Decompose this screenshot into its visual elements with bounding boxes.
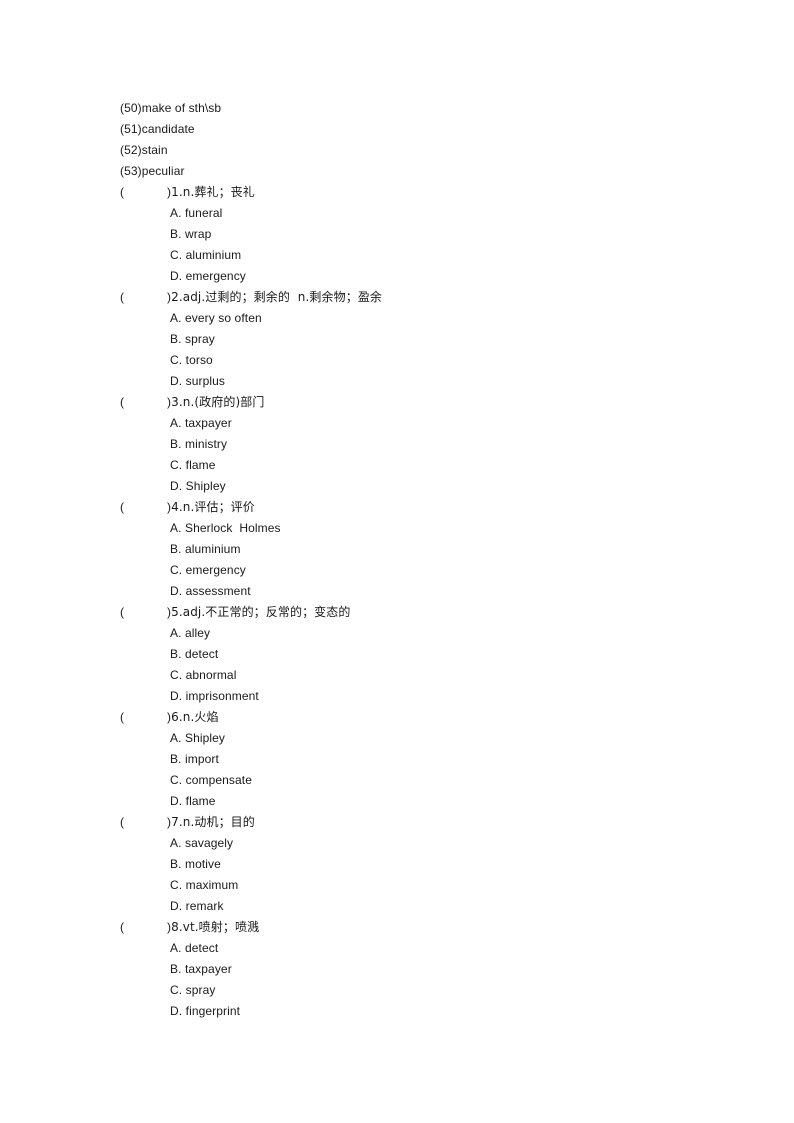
vocab-term: candidate [141, 122, 195, 136]
question-option[interactable]: C. aluminium [120, 245, 720, 266]
question-option[interactable]: A. Sherlock Holmes [120, 518, 720, 539]
question-option[interactable]: B. ministry [120, 434, 720, 455]
question-option[interactable]: A. detect [120, 938, 720, 959]
question-option[interactable]: D. remark [120, 896, 720, 917]
question-option[interactable]: B. taxpayer [120, 959, 720, 980]
question-prompt: ()6.n.火焰 [120, 707, 720, 728]
vocab-number: (53) [120, 164, 142, 178]
question-option[interactable]: D. imprisonment [120, 686, 720, 707]
question-option[interactable]: D. assessment [120, 581, 720, 602]
question-prompt: ()2.adj.过剩的；剩余的 n.剩余物；盈余 [120, 287, 720, 308]
vocab-term: peculiar [141, 164, 185, 178]
answer-blank[interactable]: ( [120, 707, 167, 728]
question-option[interactable]: B. motive [120, 854, 720, 875]
question-option[interactable]: D. flame [120, 791, 720, 812]
question-prompt: ()7.n.动机；目的 [120, 812, 720, 833]
question-prompt: ()5.adj.不正常的；反常的；变态的 [120, 602, 720, 623]
question-option[interactable]: D. surplus [120, 371, 720, 392]
vocab-item: (51)candidate [120, 119, 720, 140]
vocab-number: (50) [120, 101, 142, 115]
vocab-item: (53)peculiar [120, 161, 720, 182]
answer-blank[interactable]: ( [120, 392, 167, 413]
vocab-number: (51) [120, 122, 142, 136]
question-option[interactable]: C. flame [120, 455, 720, 476]
question-option[interactable]: C. spray [120, 980, 720, 1001]
question-text: 4.n.评估；评价 [171, 500, 255, 514]
answer-blank[interactable]: ( [120, 812, 167, 833]
question-option[interactable]: A. every so often [120, 308, 720, 329]
document-page: (50)make of sth\sb (51)candidate (52)sta… [0, 0, 794, 1123]
question-option[interactable]: D. Shipley [120, 476, 720, 497]
question-text: 8.vt.喷射；喷溅 [171, 920, 260, 934]
question-text: 6.n.火焰 [171, 710, 219, 724]
question-prompt: ()3.n.(政府的)部门 [120, 392, 720, 413]
question-text: 3.n.(政府的)部门 [171, 395, 265, 409]
vocab-term: stain [141, 143, 168, 157]
answer-blank[interactable]: ( [120, 602, 167, 623]
question-prompt: ()8.vt.喷射；喷溅 [120, 917, 720, 938]
answer-blank[interactable]: ( [120, 182, 167, 203]
question-option[interactable]: C. compensate [120, 770, 720, 791]
vocab-item: (50)make of sth\sb [120, 98, 720, 119]
answer-blank[interactable]: ( [120, 917, 167, 938]
question-option[interactable]: A. funeral [120, 203, 720, 224]
question-option[interactable]: C. emergency [120, 560, 720, 581]
question-text: 2.adj.过剩的；剩余的 n.剩余物；盈余 [171, 290, 383, 304]
answer-blank[interactable]: ( [120, 287, 167, 308]
question-option[interactable]: A. taxpayer [120, 413, 720, 434]
question-option[interactable]: B. wrap [120, 224, 720, 245]
question-prompt: ()4.n.评估；评价 [120, 497, 720, 518]
question-option[interactable]: A. savagely [120, 833, 720, 854]
question-text: 7.n.动机；目的 [171, 815, 255, 829]
question-option[interactable]: C. torso [120, 350, 720, 371]
question-option[interactable]: A. alley [120, 623, 720, 644]
question-option[interactable]: B. aluminium [120, 539, 720, 560]
document-body: (50)make of sth\sb (51)candidate (52)sta… [120, 98, 720, 1022]
question-option[interactable]: A. Shipley [120, 728, 720, 749]
question-option[interactable]: B. import [120, 749, 720, 770]
answer-blank[interactable]: ( [120, 497, 167, 518]
question-option[interactable]: D. fingerprint [120, 1001, 720, 1022]
question-option[interactable]: C. maximum [120, 875, 720, 896]
question-text: 1.n.葬礼；丧礼 [171, 185, 255, 199]
question-prompt: ()1.n.葬礼；丧礼 [120, 182, 720, 203]
question-option[interactable]: D. emergency [120, 266, 720, 287]
vocab-item: (52)stain [120, 140, 720, 161]
vocab-number: (52) [120, 143, 142, 157]
question-option[interactable]: B. detect [120, 644, 720, 665]
vocab-term: make of sth\sb [141, 101, 222, 115]
question-option[interactable]: C. abnormal [120, 665, 720, 686]
question-option[interactable]: B. spray [120, 329, 720, 350]
question-text: 5.adj.不正常的；反常的；变态的 [171, 605, 351, 619]
